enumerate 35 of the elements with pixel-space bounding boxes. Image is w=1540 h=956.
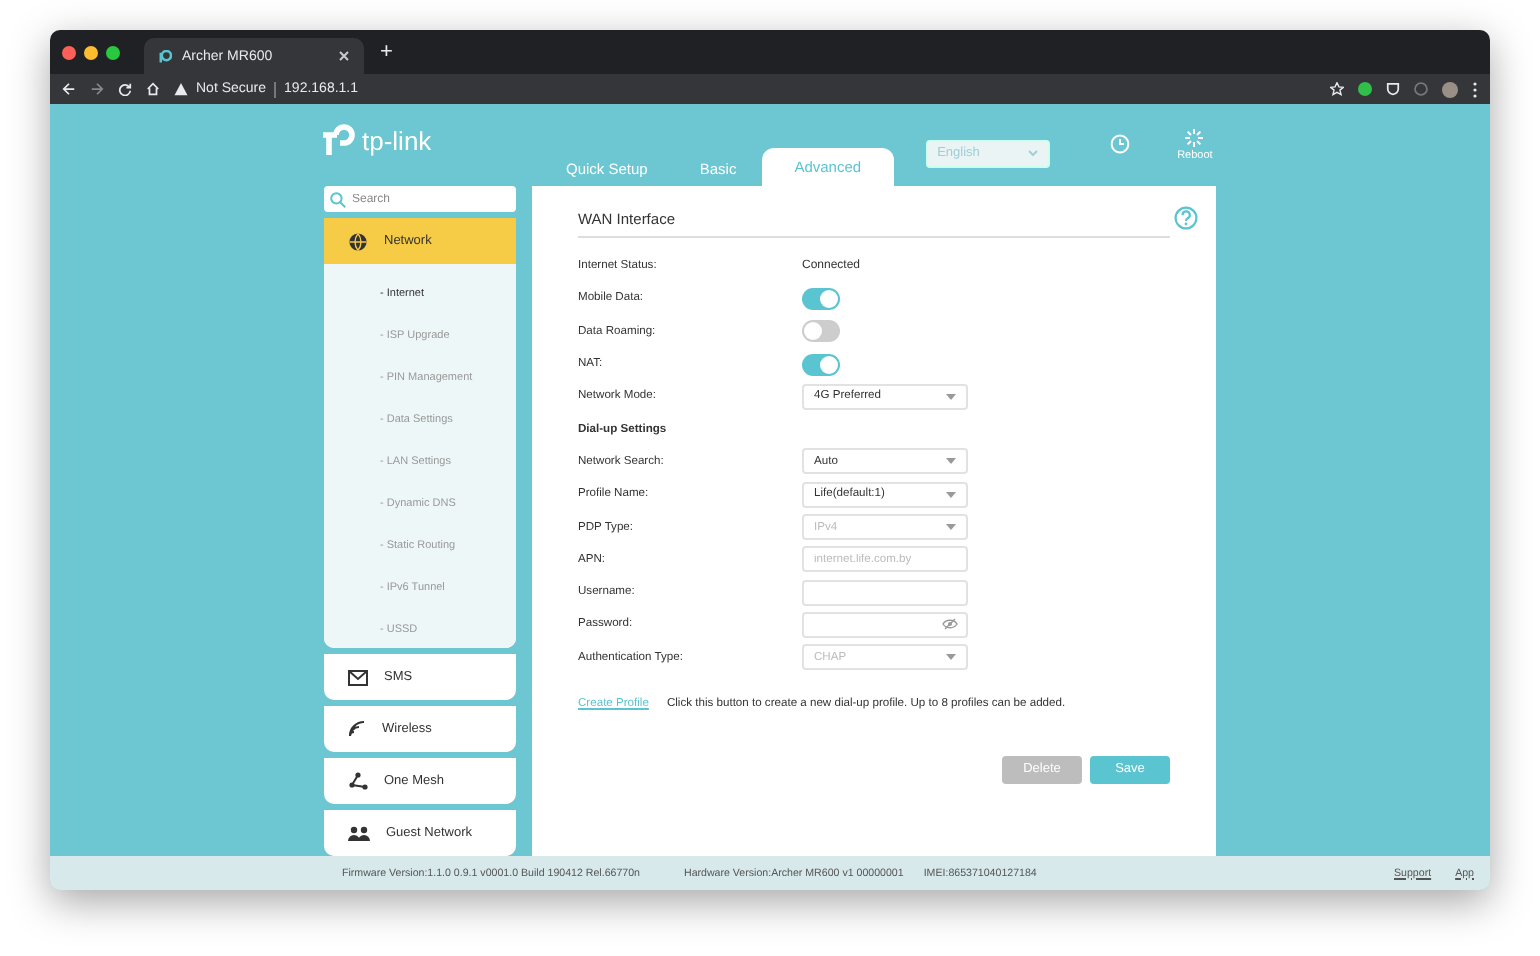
input-field[interactable]: [802, 579, 968, 606]
profile-avatar[interactable]: [1442, 81, 1458, 97]
minimize-window-icon[interactable]: [84, 45, 98, 59]
pocket-icon[interactable]: [1386, 82, 1400, 96]
extension-icon[interactable]: [1358, 82, 1372, 96]
home-icon[interactable]: [146, 82, 160, 96]
password-field[interactable]: [802, 611, 968, 638]
star-icon[interactable]: [1330, 82, 1344, 96]
dropdown-arrow-icon: [946, 491, 956, 498]
info-icon[interactable]: [1414, 82, 1428, 96]
dropdown-arrow-icon: [946, 393, 956, 400]
reboot-icon: [1184, 128, 1205, 148]
forward-icon[interactable]: [90, 82, 104, 96]
toggle-switch[interactable]: [802, 287, 840, 310]
toggle-switch[interactable]: [802, 353, 840, 376]
dropdown-arrow-icon: [946, 524, 956, 531]
dropdown-arrow-icon: [946, 458, 956, 465]
toggle-switch[interactable]: [802, 320, 840, 343]
back-icon[interactable]: [62, 82, 76, 96]
envelope-icon: [348, 669, 368, 685]
maximize-window-icon[interactable]: [106, 45, 120, 59]
close-tab-icon[interactable]: [338, 50, 350, 62]
dropdown-arrow-icon: [946, 654, 956, 661]
close-window-icon[interactable]: [62, 45, 76, 59]
warning-icon: [174, 82, 188, 96]
people-icon: [348, 825, 370, 841]
mesh-icon: [348, 772, 368, 790]
new-tab-button[interactable]: +: [380, 41, 393, 63]
menu-icon[interactable]: [1472, 81, 1478, 97]
eye-icon[interactable]: [942, 618, 958, 631]
reload-icon[interactable]: [118, 82, 132, 96]
wifi-icon: [348, 720, 366, 738]
globe-icon: [348, 231, 368, 251]
favicon-icon: [158, 49, 172, 63]
tp-link-logo[interactable]: tp-link: [320, 122, 540, 158]
